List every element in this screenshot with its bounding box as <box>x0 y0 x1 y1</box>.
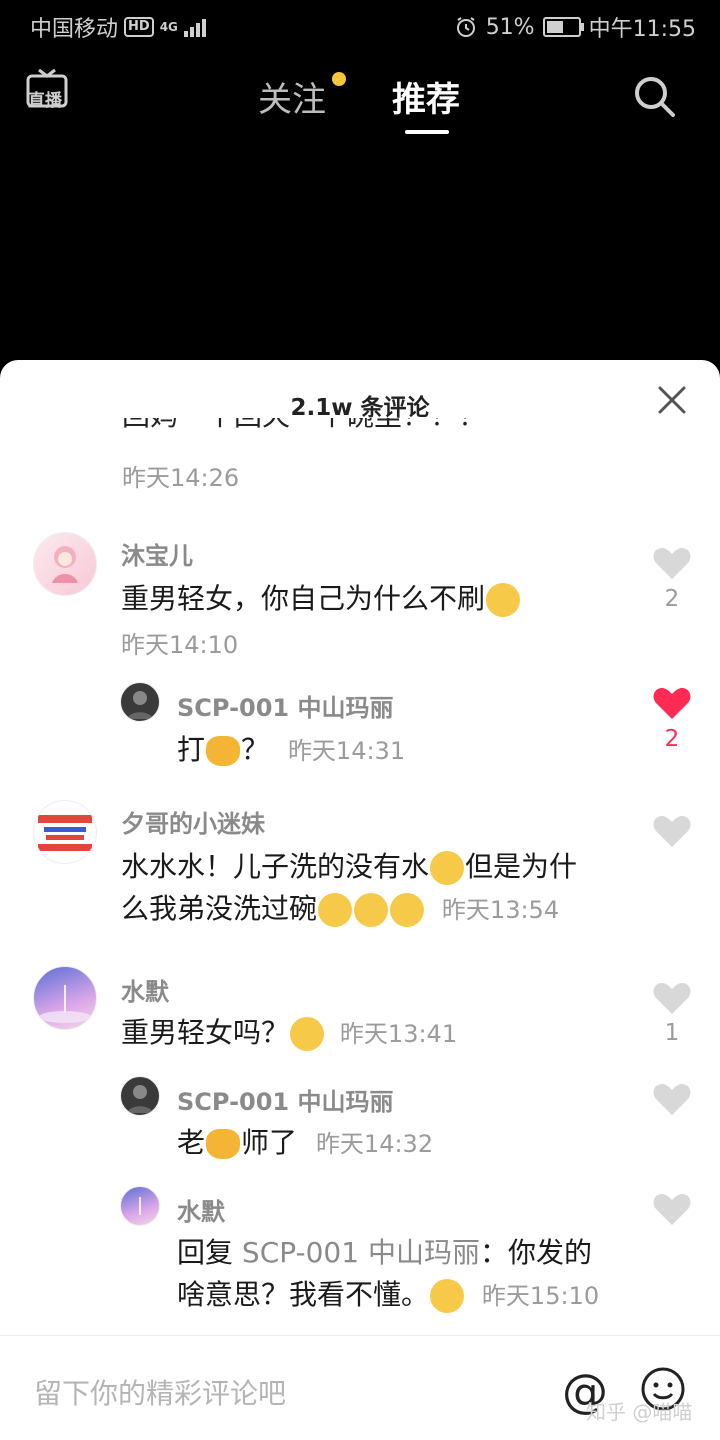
battery-percent: 51% <box>485 14 535 40</box>
tab-follow[interactable]: 关注 <box>258 72 326 121</box>
avatar[interactable] <box>120 682 160 722</box>
tab-recommend[interactable]: 推荐 <box>392 72 460 121</box>
avatar-girl-icon <box>52 546 78 583</box>
partial-comment-text: 回妈一个回天一个碗里！！！ <box>122 418 486 432</box>
watermark: 知乎 @喵喵 <box>586 1400 693 1424</box>
avatar[interactable] <box>33 966 97 1030</box>
avatar[interactable] <box>120 1186 160 1226</box>
comment-username[interactable]: 沐宝儿 <box>121 536 193 571</box>
reply-text: 打？ 昨天14:31 <box>177 733 406 766</box>
avatar[interactable] <box>33 532 97 596</box>
reply-time: 昨天14:31 <box>287 737 406 765</box>
reply-username[interactable]: 水默 <box>177 1192 225 1227</box>
comment-time: 昨天13:41 <box>339 1020 458 1048</box>
pleading-emoji-icon <box>430 851 465 885</box>
avatar-sky-icon <box>39 985 91 1023</box>
search-icon[interactable] <box>632 74 678 120</box>
carrier-label: 中国移动 <box>30 17 119 42</box>
comment-text: 重男轻女，你自己为什么不刷 <box>121 578 521 620</box>
clock: 中午11:55 <box>588 17 696 42</box>
comments-count-title: 2.1w 条评论 <box>290 395 430 421</box>
avatar-sky-icon <box>139 1197 141 1215</box>
reply-username[interactable]: SCP-001 中山玛丽 <box>177 688 393 723</box>
reply-time: 昨天14:32 <box>315 1130 434 1158</box>
battery-icon <box>542 17 584 37</box>
comment-username[interactable]: 水默 <box>121 972 169 1007</box>
grin-emoji-icon <box>486 583 521 617</box>
signal-icon <box>183 17 206 37</box>
alarm-icon <box>456 17 475 37</box>
heart-icon[interactable] <box>653 1082 691 1116</box>
comments-sheet: 2.1w 条评论 回妈一个回天一个碗里！！！ 昨天14:26 沐宝儿 重男轻女，… <box>0 360 720 1440</box>
reply-time: 昨天15:10 <box>481 1282 600 1310</box>
reply-text: 老师了 昨天14:32 <box>177 1126 434 1159</box>
comment-input[interactable]: 留下你的精彩评论吧 <box>34 1372 286 1412</box>
pleading-emoji-icon <box>354 893 389 927</box>
avatar-text-icon <box>38 815 92 851</box>
comment-username[interactable]: 夕哥的小迷妹 <box>121 804 265 839</box>
notification-dot <box>332 72 346 86</box>
partial-comment-time: 昨天14:26 <box>122 464 240 492</box>
like-count: 1 <box>664 1020 680 1046</box>
comment-text: 重男轻女吗？ 昨天13:41 <box>121 1016 458 1051</box>
wink-tongue-emoji-icon <box>430 1279 465 1313</box>
like-count: 2 <box>664 586 680 612</box>
comment-time: 昨天13:54 <box>441 896 560 924</box>
live-button[interactable]: 直播 <box>26 68 68 111</box>
reply-username[interactable]: SCP-001 中山玛丽 <box>177 1082 393 1117</box>
comment-text: 水水水！儿子洗的没有水 但是为什 么我弟没洗过碗 昨天13:54 <box>121 850 578 927</box>
live-label: 直播 <box>28 91 62 111</box>
avatar[interactable] <box>33 800 97 864</box>
reply-text: 回复 SCP-001 中山玛丽：你发的 啥意思？我看不懂。 昨天15:10 <box>177 1236 600 1313</box>
top-nav: 直播 关注 推荐 <box>0 50 720 140</box>
network-label: 4G <box>159 20 178 34</box>
avatar[interactable] <box>120 1076 160 1116</box>
avatar-dark-icon <box>127 1085 153 1113</box>
heart-icon[interactable] <box>653 814 691 848</box>
reply-to-user[interactable]: SCP-001 中山玛丽 <box>242 1236 480 1269</box>
hd-badge: HD <box>124 17 154 37</box>
heart-icon[interactable] <box>653 546 691 580</box>
status-bar: 中国移动 HD 4G 51% 中午11:55 <box>0 0 720 50</box>
close-icon[interactable] <box>656 384 688 416</box>
comment-input-bar: 留下你的精彩评论吧 @ 知乎 @喵喵 <box>0 1335 720 1440</box>
fist-emoji-icon <box>206 736 241 766</box>
fist-emoji-icon <box>206 1129 241 1159</box>
like-count: 2 <box>664 726 680 752</box>
avatar-dark-icon <box>127 691 153 719</box>
pleading-emoji-icon <box>318 893 353 927</box>
shush-emoji-icon <box>290 1017 325 1051</box>
heart-liked-icon[interactable] <box>653 686 691 720</box>
heart-icon[interactable] <box>653 981 691 1015</box>
active-tab-indicator <box>405 130 449 134</box>
heart-icon[interactable] <box>653 1192 691 1226</box>
comment-time: 昨天14:10 <box>121 631 239 659</box>
pleading-emoji-icon <box>390 893 425 927</box>
